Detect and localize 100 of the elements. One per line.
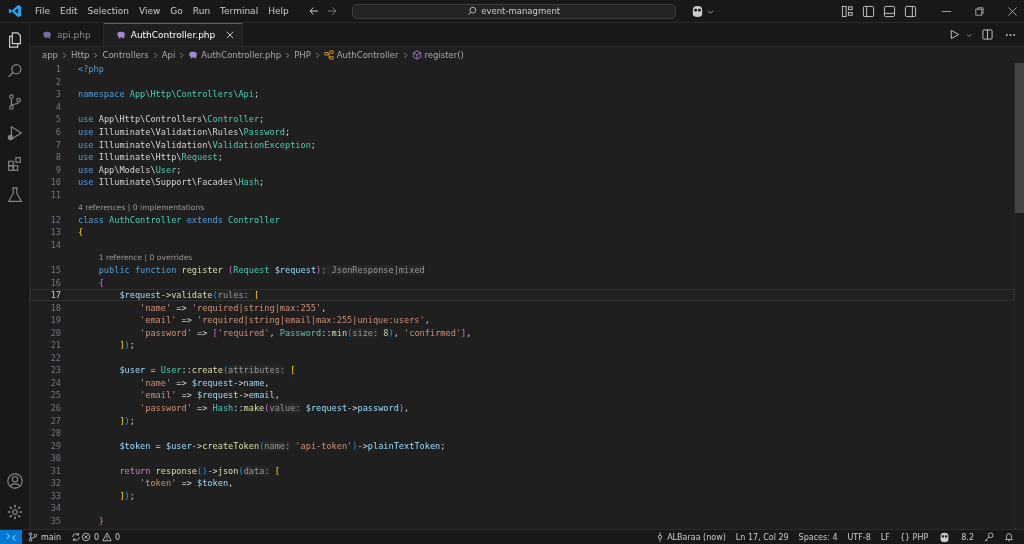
line-number: 21 bbox=[49, 340, 61, 351]
breadcrumb-item[interactable]: app bbox=[42, 50, 58, 60]
code-line: $user = User::create(attributes: [ bbox=[118, 365, 296, 376]
menu-item[interactable]: Terminal bbox=[215, 6, 264, 16]
key-icon[interactable] bbox=[984, 532, 994, 542]
sync-icon[interactable] bbox=[71, 532, 81, 542]
menu-item[interactable]: File bbox=[30, 6, 56, 16]
menu-item[interactable]: View bbox=[134, 6, 166, 16]
breadcrumb-item[interactable]: AuthController bbox=[323, 50, 399, 60]
close-icon[interactable] bbox=[226, 31, 235, 39]
line-number: 34 bbox=[49, 503, 61, 514]
code-line: } bbox=[97, 515, 104, 526]
caret-icon[interactable] bbox=[706, 7, 714, 15]
line-number: 12 bbox=[49, 214, 61, 225]
settings-icon[interactable] bbox=[5, 503, 24, 521]
language-mode[interactable]: {} PHP bbox=[899, 532, 929, 542]
commit-icon bbox=[656, 532, 665, 542]
breadcrumb-item[interactable]: register() bbox=[411, 50, 464, 60]
indentation-status[interactable]: Spaces: 4 bbox=[798, 532, 838, 542]
line-number: 15 bbox=[49, 265, 61, 275]
code-line: use Illuminate\Validation\Rules\Password; bbox=[78, 127, 291, 137]
chevron-right-icon bbox=[179, 51, 185, 59]
line-number: 7 bbox=[54, 139, 61, 150]
branch-status[interactable]: main bbox=[28, 532, 61, 542]
line-ending-status[interactable]: LF bbox=[880, 532, 890, 542]
line-number: 9 bbox=[54, 164, 61, 175]
class-icon bbox=[323, 50, 334, 60]
breadcrumb-item[interactable]: PHP bbox=[294, 50, 311, 60]
code-line: namespace App\Http\Controllers\Api; bbox=[78, 89, 260, 100]
breadcrumb-item[interactable]: Controllers bbox=[102, 50, 149, 60]
code-line: 'name' => 'required|string|max:255', bbox=[139, 302, 327, 313]
run-icon[interactable] bbox=[949, 29, 960, 40]
cube-icon bbox=[411, 50, 422, 60]
blame-status[interactable]: ALBaraa (now) bbox=[656, 532, 726, 542]
code-line: <?php bbox=[78, 64, 104, 75]
flask-icon[interactable] bbox=[5, 186, 24, 204]
line-number: 11 bbox=[49, 189, 61, 200]
line-number: 32 bbox=[49, 478, 61, 489]
php-version[interactable]: 8.2 bbox=[961, 532, 974, 542]
run-debug-icon[interactable] bbox=[5, 124, 24, 142]
line-number: 25 bbox=[49, 390, 61, 401]
extensions-icon[interactable] bbox=[5, 155, 24, 173]
bell-icon[interactable] bbox=[1004, 532, 1014, 542]
search-icon[interactable] bbox=[5, 62, 24, 80]
line-number: 1 bbox=[54, 64, 61, 75]
line-number: 26 bbox=[49, 403, 61, 414]
line-number: 5 bbox=[54, 114, 61, 125]
breadcrumb-item[interactable]: AuthController.php bbox=[188, 50, 282, 60]
menu-item[interactable]: Edit bbox=[55, 6, 83, 16]
code-line: 'email' => 'required|string|email|max:255|unique:users', bbox=[139, 315, 430, 326]
line-number: 10 bbox=[49, 177, 61, 188]
code-line: use Illuminate\Validation\ValidationException; bbox=[78, 139, 317, 150]
toggle-secondary-sidebar-icon[interactable] bbox=[904, 4, 917, 18]
restore-icon[interactable] bbox=[974, 5, 985, 17]
code-line: $token = $user->createToken(name: 'api-token')->plainTextToken; bbox=[118, 440, 446, 451]
encoding-status[interactable]: UTF-8 bbox=[847, 532, 871, 542]
code-line: ]); bbox=[118, 490, 135, 501]
menu-item[interactable]: Go bbox=[165, 6, 188, 16]
code-line: use App\Http\Controllers\Controller; bbox=[78, 114, 265, 125]
account-icon[interactable] bbox=[5, 472, 24, 490]
menu-item[interactable]: Run bbox=[187, 6, 216, 16]
line-number: 23 bbox=[49, 365, 61, 376]
scrollbar[interactable] bbox=[1014, 63, 1024, 529]
code-line: ]); bbox=[118, 340, 135, 351]
chevron-right-icon bbox=[62, 51, 67, 59]
code-line: $request->validate(rules: [ bbox=[118, 290, 260, 301]
chevron-right-icon bbox=[93, 51, 99, 59]
line-number: 16 bbox=[49, 277, 61, 288]
breadcrumb-item[interactable]: Http bbox=[71, 50, 90, 60]
line-number: 20 bbox=[49, 327, 61, 338]
line-number: 31 bbox=[49, 465, 61, 476]
editor-tab[interactable]: AuthController.php bbox=[103, 23, 244, 46]
code-line: { bbox=[97, 277, 104, 288]
chevron-right-icon bbox=[152, 51, 158, 59]
line-number: 35 bbox=[49, 515, 61, 526]
layout-customize-icon[interactable] bbox=[841, 4, 854, 18]
problems-status[interactable]: 0 0 bbox=[81, 532, 121, 542]
more-icon[interactable] bbox=[1005, 32, 1016, 37]
search-field[interactable]: event-managment bbox=[351, 3, 676, 19]
toggle-sidebar-icon[interactable] bbox=[862, 4, 875, 18]
error-icon bbox=[81, 532, 91, 542]
line-number: 3 bbox=[54, 89, 61, 100]
line-number: 4 bbox=[54, 101, 61, 112]
search-icon bbox=[467, 6, 478, 16]
back-arrow-icon[interactable] bbox=[307, 5, 320, 17]
code-line: ]); bbox=[118, 415, 135, 426]
cursor-position[interactable]: Ln 17, Col 29 bbox=[735, 532, 789, 542]
close-icon[interactable] bbox=[1007, 5, 1018, 17]
split-editor-icon[interactable] bbox=[982, 29, 993, 40]
menu-item[interactable]: Selection bbox=[82, 6, 134, 16]
breadcrumb-item[interactable]: Api bbox=[161, 50, 176, 60]
app-logo-icon bbox=[8, 4, 22, 18]
line-number: 14 bbox=[49, 239, 61, 250]
code-line: use App\Models\User; bbox=[78, 164, 182, 175]
menu-item[interactable]: Help bbox=[263, 6, 294, 16]
line-number: 2 bbox=[54, 76, 61, 87]
code-line: 'name' => $request->name, bbox=[139, 377, 270, 388]
code-line: use Illuminate\Http\Request; bbox=[78, 152, 223, 163]
forward-arrow-icon[interactable] bbox=[325, 5, 338, 17]
toggle-panel-icon[interactable] bbox=[883, 4, 896, 18]
